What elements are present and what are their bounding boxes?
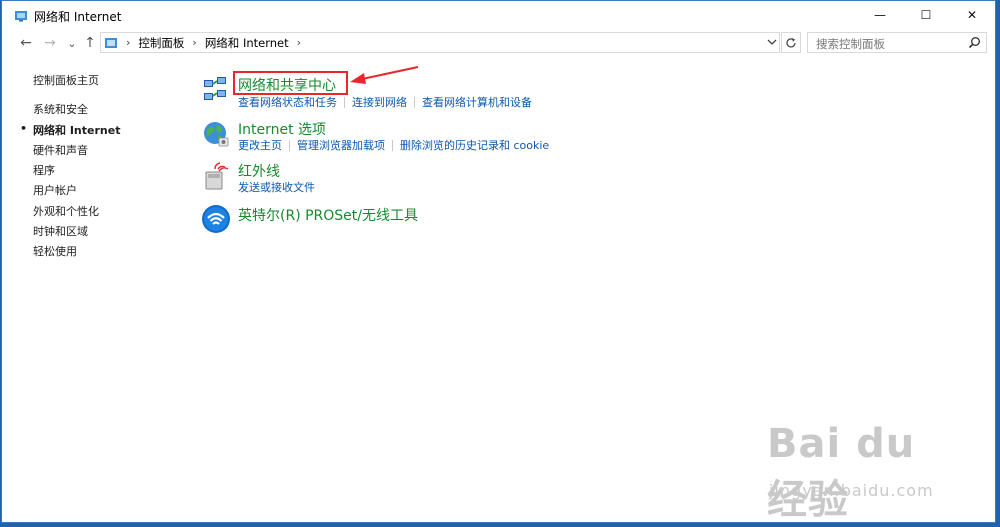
link-view-network-status[interactable]: 查看网络状态和任务 — [238, 94, 337, 110]
up-button[interactable]: ↑ — [80, 34, 100, 52]
breadcrumb-control-panel[interactable]: 控制面板 — [138, 35, 184, 51]
sidebar-item-network-internet[interactable]: 网络和 Internet — [33, 122, 120, 138]
breadcrumb-separator: › — [126, 36, 131, 49]
forward-button[interactable]: → — [40, 34, 60, 52]
navigation-bar: ← → ⌄ ↑ › 控制面板 › 网络和 Internet › 搜索控制面板 — [2, 29, 995, 57]
link-send-receive-files[interactable]: 发送或接收文件 — [238, 179, 315, 195]
network-sharing-icon — [204, 77, 226, 100]
link-divider — [344, 96, 345, 108]
refresh-icon — [786, 37, 796, 47]
sidebar-item-hardware-sound[interactable]: 硬件和声音 — [33, 142, 88, 158]
link-divider — [289, 139, 290, 151]
link-view-network-computers[interactable]: 查看网络计算机和设备 — [422, 94, 532, 110]
group-title-infrared[interactable]: 红外线 — [238, 161, 280, 181]
annotation-arrow-icon — [350, 66, 419, 84]
sidebar-item-system-security[interactable]: 系统和安全 — [33, 101, 88, 117]
link-connect-to-network[interactable]: 连接到网络 — [352, 94, 407, 110]
group-links-network-sharing: 查看网络状态和任务 连接到网络 查看网络计算机和设备 — [238, 94, 532, 110]
group-title-intel-wireless[interactable]: 英特尔(R) PROSet/无线工具 — [238, 205, 418, 225]
breadcrumb-separator[interactable]: › — [192, 36, 196, 49]
link-delete-history[interactable]: 删除浏览的历史记录和 cookie — [400, 137, 549, 153]
title-bar: 网络和 Internet — ☐ ✕ — [2, 1, 995, 29]
watermark-logo-text: Bai du 经验 — [767, 421, 916, 523]
recent-locations-button[interactable]: ⌄ — [62, 34, 82, 52]
wireless-icon — [202, 205, 230, 233]
sidebar-item-programs[interactable]: 程序 — [33, 162, 55, 178]
breadcrumb-network-internet[interactable]: 网络和 Internet — [205, 35, 289, 51]
chevron-down-icon[interactable] — [767, 35, 777, 49]
watermark-url: jingyan.baidu.com — [769, 481, 934, 500]
group-links-internet-options: 更改主页 管理浏览器加载项 删除浏览的历史记录和 cookie — [238, 137, 549, 153]
search-box[interactable]: 搜索控制面板 — [807, 32, 987, 53]
baidu-jingyan-watermark: Bai du 经验 jingyan.baidu.com — [767, 421, 957, 523]
group-title-internet-options[interactable]: Internet 选项 — [238, 119, 326, 139]
link-manage-addons[interactable]: 管理浏览器加载项 — [297, 137, 385, 153]
control-panel-window: 网络和 Internet — ☐ ✕ ← → ⌄ ↑ › 控制面板 › 网络和 … — [1, 0, 996, 523]
internet-options-icon — [204, 122, 229, 147]
address-bar[interactable]: › 控制面板 › 网络和 Internet › — [100, 32, 780, 53]
link-divider — [414, 96, 415, 108]
sidebar-item-clock-region[interactable]: 时钟和区域 — [33, 223, 88, 239]
sidebar-item-ease-of-access[interactable]: 轻松使用 — [33, 243, 77, 259]
control-panel-icon — [105, 37, 117, 48]
back-button[interactable]: ← — [16, 34, 36, 52]
group-links-infrared: 发送或接收文件 — [238, 179, 315, 195]
refresh-button[interactable] — [781, 32, 801, 53]
search-input[interactable]: 搜索控制面板 — [816, 36, 885, 52]
window-title: 网络和 Internet — [34, 10, 122, 24]
close-button[interactable]: ✕ — [949, 1, 995, 29]
sidebar-item-appearance[interactable]: 外观和个性化 — [33, 203, 99, 219]
active-bullet: • — [20, 122, 28, 135]
network-folder-icon — [15, 11, 27, 22]
sidebar-item-home[interactable]: 控制面板主页 — [33, 72, 99, 88]
link-divider — [392, 139, 393, 151]
link-change-homepage[interactable]: 更改主页 — [238, 137, 282, 153]
search-icon[interactable] — [968, 36, 981, 49]
breadcrumb-separator[interactable]: › — [297, 36, 301, 49]
annotation-highlight-box — [233, 71, 348, 95]
sidebar-item-user-accounts[interactable]: 用户帐户 — [33, 182, 77, 198]
maximize-button[interactable]: ☐ — [903, 1, 949, 29]
infrared-icon — [205, 162, 229, 190]
minimize-button[interactable]: — — [857, 1, 903, 29]
